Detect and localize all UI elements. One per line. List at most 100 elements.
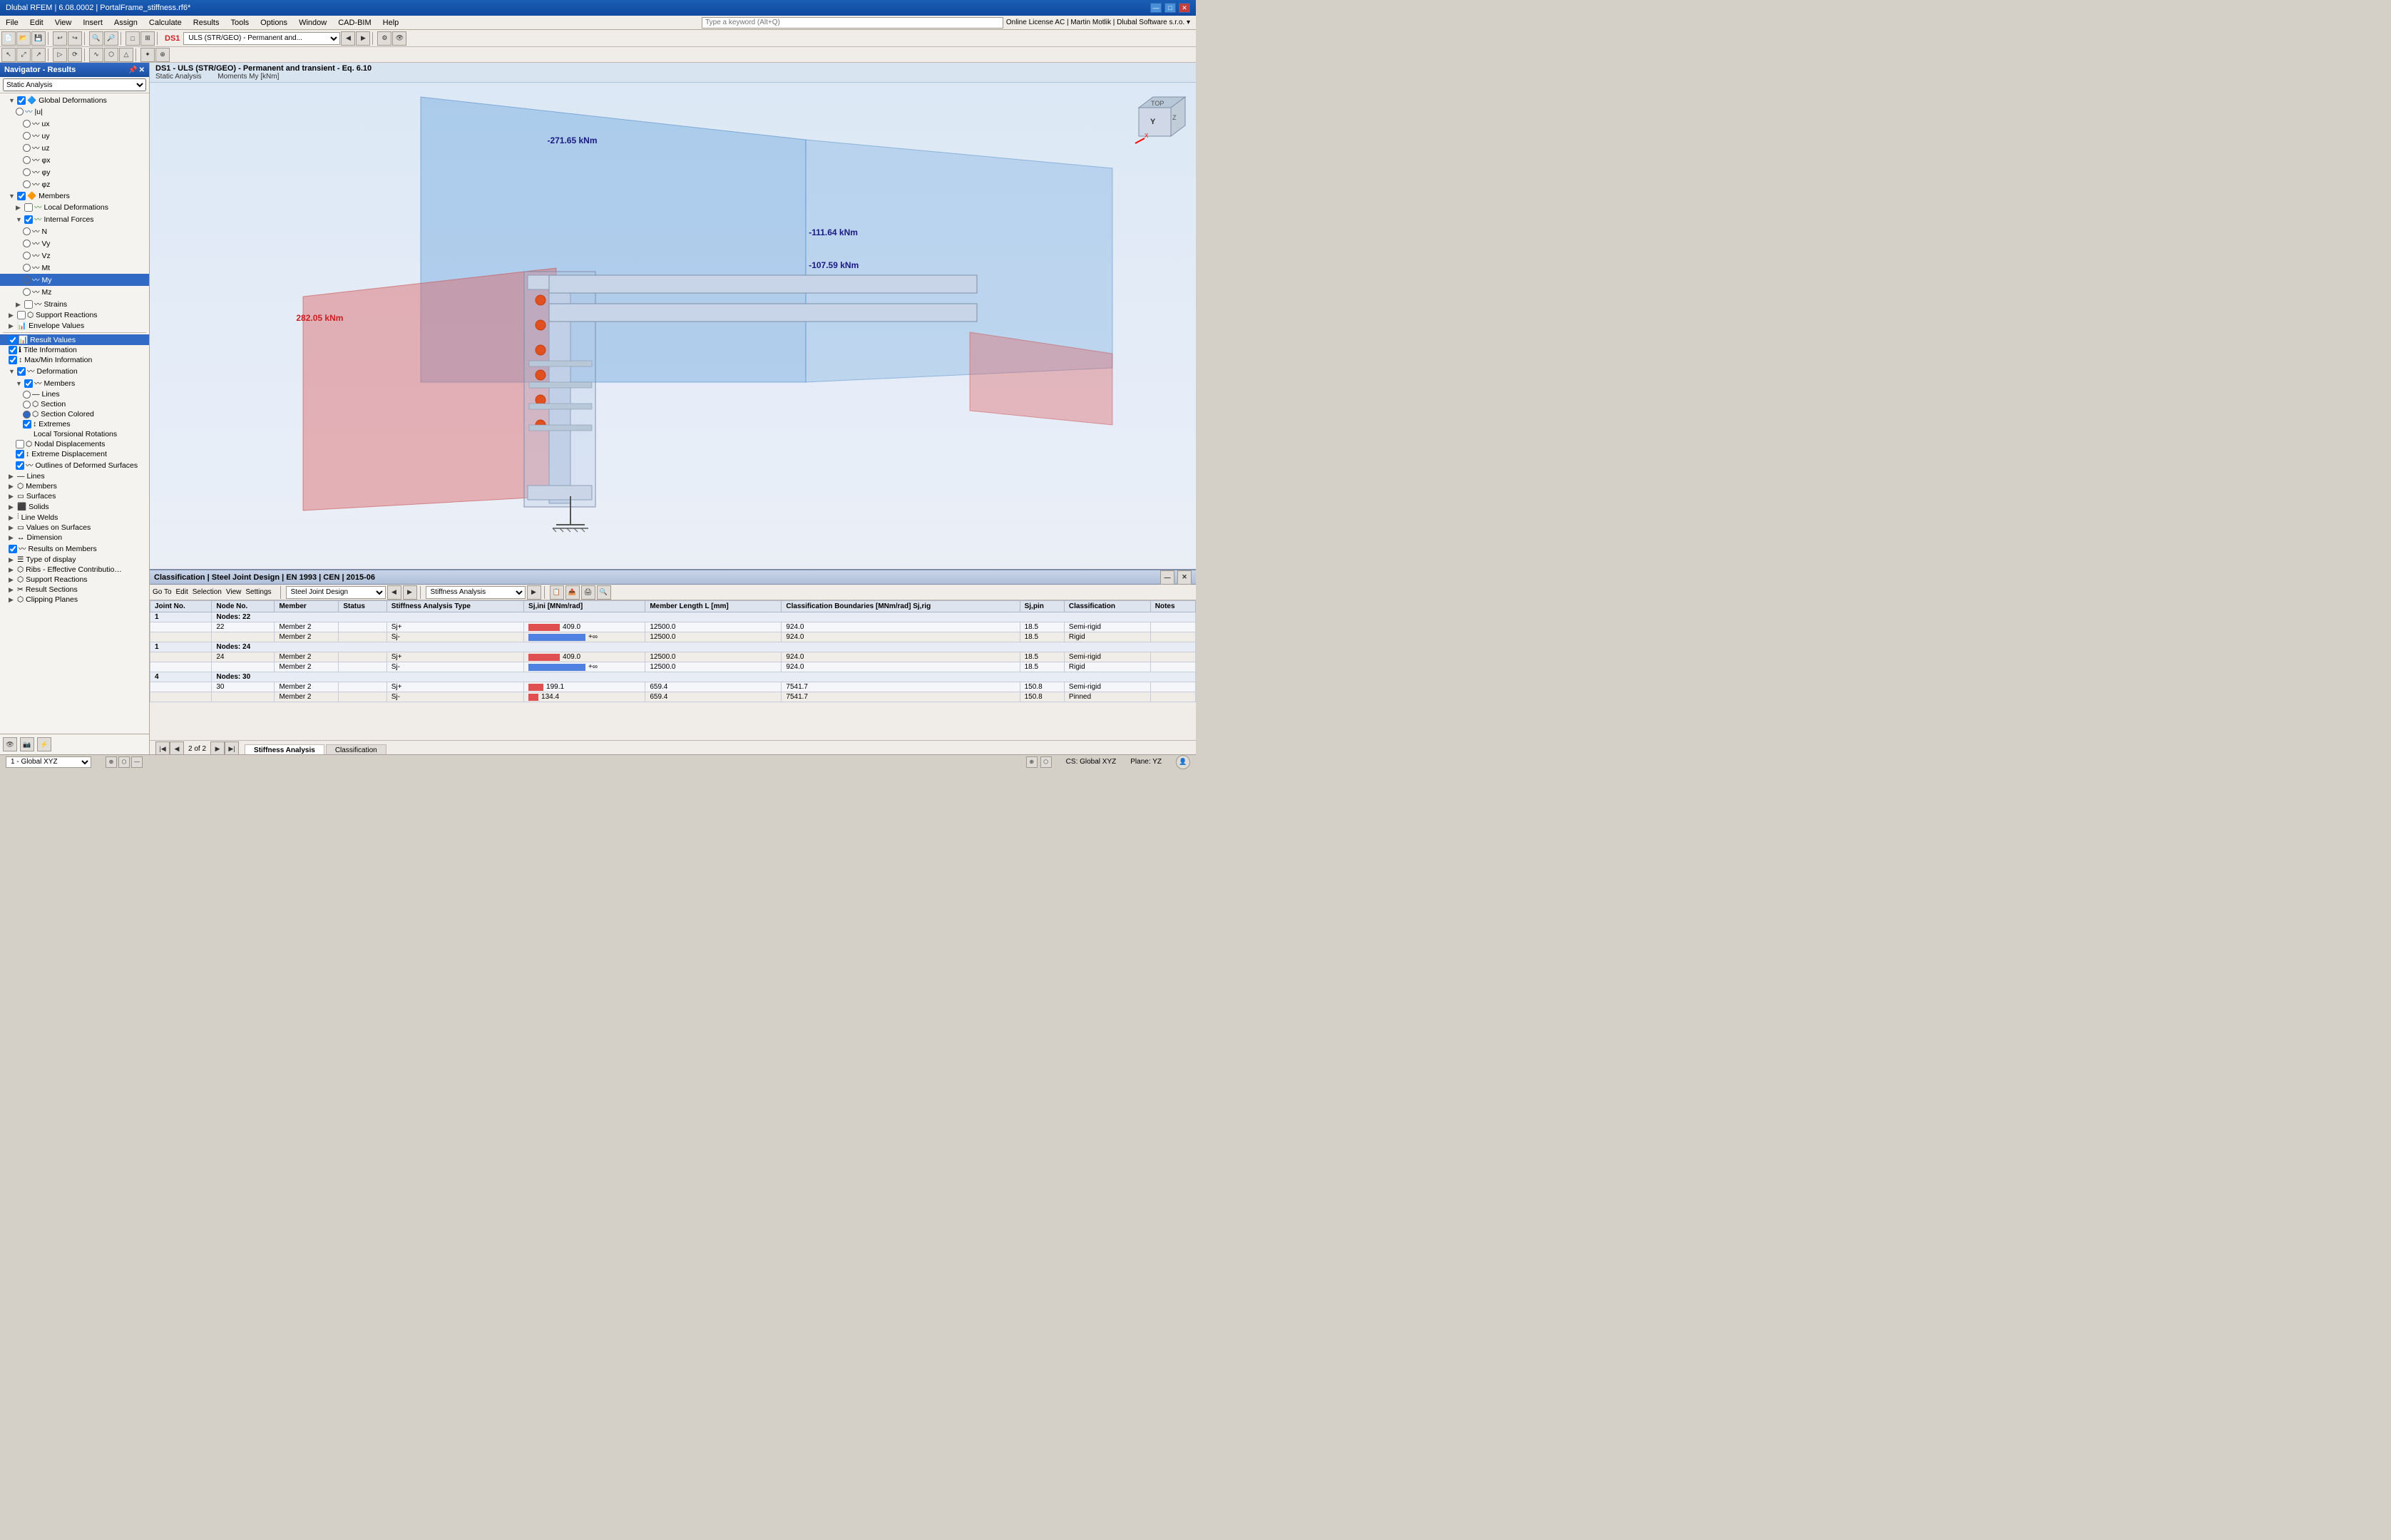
edit-btn[interactable]: Edit	[176, 588, 188, 596]
radio-def-section[interactable]	[23, 401, 31, 409]
table-row[interactable]: Member 2 Sj- 134.4 659.4 7541.7	[150, 692, 1196, 702]
extremes-check[interactable]	[23, 420, 31, 428]
radio-Mt[interactable]	[23, 264, 31, 272]
next-page-btn[interactable]: ▶	[403, 585, 417, 600]
table-row[interactable]: 22 Member 2 Sj+ 409.0 12500.0	[150, 622, 1196, 632]
tb2-btn6[interactable]: ∿	[89, 48, 103, 62]
nav-close-btn[interactable]: ✕	[139, 66, 145, 74]
export-btn[interactable]: 📤	[565, 585, 580, 600]
local-def-check[interactable]	[24, 203, 33, 212]
first-page-btn[interactable]: |◀	[155, 741, 170, 754]
settings-menu-btn[interactable]: Settings	[245, 588, 271, 596]
status-btn1[interactable]: ⊕	[1026, 756, 1038, 768]
zoom-in-btn[interactable]: 🔍	[89, 31, 103, 46]
results-members-check[interactable]	[9, 545, 17, 553]
radio-phix[interactable]	[23, 156, 31, 164]
members-check[interactable]	[17, 192, 26, 200]
analysis-mode-select[interactable]: Stiffness Analysis	[426, 586, 526, 599]
run-analysis-btn[interactable]: ▶	[527, 585, 541, 600]
radio-My[interactable]	[23, 276, 31, 284]
tab-stiffness-analysis[interactable]: Stiffness Analysis	[245, 744, 324, 754]
load-case-combo[interactable]: ULS (STR/GEO) - Permanent and...	[183, 32, 340, 45]
nav-My[interactable]: 〰 My	[0, 274, 149, 286]
nav-nodal-disp[interactable]: ⬡ Nodal Displacements	[0, 439, 149, 449]
avatar-btn[interactable]: 👤	[1176, 755, 1190, 769]
settings-btn[interactable]: ⚙	[377, 31, 391, 46]
tb2-btn8[interactable]: △	[119, 48, 133, 62]
undo-btn[interactable]: ↩	[53, 31, 67, 46]
nav-support-reactions[interactable]: ▶ ⬡ Support Reactions	[0, 310, 149, 320]
copy-btn[interactable]: 📋	[550, 585, 564, 600]
menu-cad-bim[interactable]: CAD-BIM	[332, 17, 377, 29]
title-info-check[interactable]	[9, 346, 17, 354]
menu-view[interactable]: View	[49, 17, 78, 29]
design-tool-select[interactable]: Steel Joint Design	[286, 586, 386, 599]
bottom-minimize-btn[interactable]: —	[1160, 570, 1174, 585]
radio-def-lines[interactable]	[23, 391, 31, 399]
snap-btn3[interactable]: —	[131, 756, 143, 768]
radio-Mz[interactable]	[23, 288, 31, 296]
nav-support-reactions2[interactable]: ▶ ⬡ Support Reactions	[0, 575, 149, 585]
prev-page-tab-btn[interactable]: ◀	[170, 741, 184, 754]
radio-uz[interactable]	[23, 144, 31, 152]
nav-type-display[interactable]: ▶ ☰ Type of display	[0, 555, 149, 565]
last-page-btn[interactable]: ▶|	[225, 741, 239, 754]
table-row[interactable]: Member 2 Sj- +∞ 12500.0 924.0	[150, 632, 1196, 642]
window-controls[interactable]: — □ ✕	[1150, 3, 1190, 13]
tb2-btn5[interactable]: ⟳	[68, 48, 82, 62]
radio-uy[interactable]	[23, 132, 31, 140]
tb2-btn4[interactable]: ▷	[53, 48, 67, 62]
next-page-tab-btn[interactable]: ▶	[210, 741, 225, 754]
nav-def-lines[interactable]: — Lines	[0, 389, 149, 399]
minimize-button[interactable]: —	[1150, 3, 1162, 13]
def-members-check[interactable]	[24, 379, 33, 388]
nav-global-deformations[interactable]: ▼ 🔷 Global Deformations	[0, 95, 149, 106]
nav-def-members[interactable]: ▼ 〰 Members	[0, 377, 149, 389]
nav-extremes[interactable]: ↕ Extremes	[0, 419, 149, 429]
nav-solids[interactable]: ▶ ⬛ Solids	[0, 501, 149, 512]
nav-ribs[interactable]: ▶ ⬡ Ribs - Effective Contribution on Sur…	[0, 565, 149, 575]
nav-dimension[interactable]: ▶ ↔ Dimension	[0, 533, 149, 543]
nav-envelope[interactable]: ▶ 📊 Envelope Values	[0, 320, 149, 331]
internal-forces-check[interactable]	[24, 215, 33, 224]
nav-cube[interactable]: Y TOP Z X	[1132, 90, 1189, 147]
close-button[interactable]: ✕	[1179, 3, 1190, 13]
save-btn[interactable]: 💾	[31, 31, 46, 46]
view-menu-btn[interactable]: View	[226, 588, 242, 596]
nav-local-torsional[interactable]: Local Torsional Rotations	[0, 429, 149, 439]
nav-section-colored[interactable]: ⬡ Section Colored	[0, 409, 149, 419]
nav-values-on-surfaces[interactable]: ▶ ▭ Values on Surfaces	[0, 523, 149, 533]
support-check[interactable]	[17, 311, 26, 319]
viewport-3d[interactable]: DS1 - ULS (STR/GEO) - Permanent and tran…	[150, 63, 1196, 754]
search-input[interactable]	[702, 17, 1003, 29]
menu-insert[interactable]: Insert	[77, 17, 108, 29]
nav-phiz[interactable]: 〰 φz	[0, 178, 149, 190]
nav-phix[interactable]: 〰 φx	[0, 154, 149, 166]
redo-btn[interactable]: ↪	[68, 31, 82, 46]
radio-phiy[interactable]	[23, 168, 31, 176]
tb2-btn2[interactable]: ⤢	[16, 48, 31, 62]
selection-btn[interactable]: Selection	[193, 588, 222, 596]
nav-result-values[interactable]: 📊 Result Values	[0, 334, 149, 345]
bottom-close-btn[interactable]: ✕	[1177, 570, 1192, 585]
radio-u[interactable]	[16, 108, 24, 115]
nav-title-info[interactable]: ℹ Title Information	[0, 345, 149, 355]
tb2-btn3[interactable]: ↗	[31, 48, 46, 62]
maximize-button[interactable]: □	[1164, 3, 1176, 13]
snap-btn1[interactable]: ⊕	[106, 756, 117, 768]
nav-def-section[interactable]: ⬡ Section	[0, 399, 149, 409]
nav-deformation[interactable]: ▼ 〰 Deformation	[0, 365, 149, 377]
nav-Vy[interactable]: 〰 Vy	[0, 237, 149, 250]
tb2-btn9[interactable]: ✦	[140, 48, 155, 62]
nav-lines2[interactable]: ▶ — Lines	[0, 471, 149, 481]
prev-page-btn[interactable]: ◀	[387, 585, 401, 600]
table-row[interactable]: Member 2 Sj- +∞ 12500.0 924.0	[150, 662, 1196, 672]
strains-check[interactable]	[24, 300, 33, 309]
maxmin-check[interactable]	[9, 356, 17, 364]
radio-section-colored[interactable]	[23, 411, 31, 419]
prev-lc[interactable]: ◀	[341, 31, 355, 46]
nav-phiy[interactable]: 〰 φy	[0, 166, 149, 178]
coord-system-select[interactable]: 1 - Global XYZ	[6, 756, 91, 768]
nav-uy[interactable]: 〰 uy	[0, 130, 149, 142]
nav-maxmin-info[interactable]: ↕ Max/Min Information	[0, 355, 149, 365]
